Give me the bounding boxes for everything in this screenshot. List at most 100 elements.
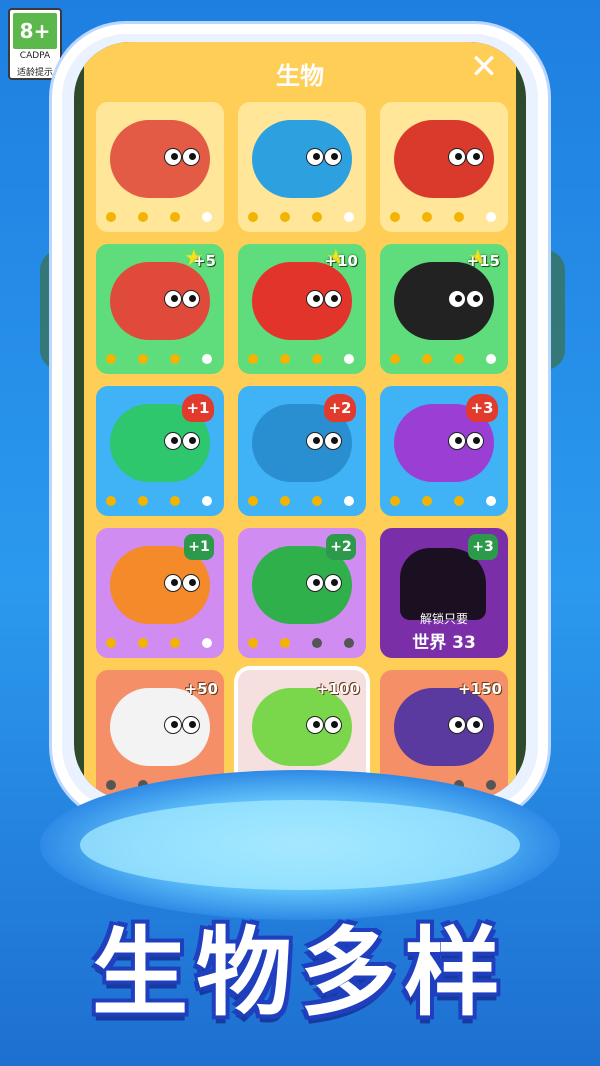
eye-icon (164, 432, 182, 450)
rating-org: CADPA (19, 51, 51, 61)
level-dot (422, 212, 432, 222)
level-dot (106, 780, 116, 790)
level-dot (280, 496, 290, 506)
creature-image (394, 262, 494, 340)
eye-icon (324, 432, 342, 450)
creature-card[interactable]: ★ +5 (96, 244, 224, 374)
paw-bonus-badge: +2 (324, 394, 356, 422)
creature-eyes (448, 432, 484, 450)
star-bonus-badge: +15 (466, 252, 500, 270)
eye-icon (306, 432, 324, 450)
level-dot (454, 496, 464, 506)
creature-image (252, 262, 352, 340)
creature-image (110, 120, 210, 198)
level-dot (170, 212, 180, 222)
level-dots (390, 354, 500, 364)
level-dots (248, 354, 358, 364)
creature-eyes (164, 432, 200, 450)
level-dot (202, 212, 212, 222)
creature-card[interactable]: ★ +10 (238, 244, 366, 374)
rating-note: 适龄提示 (16, 68, 53, 78)
creature-image (252, 120, 352, 198)
eye-icon (448, 716, 466, 734)
creature-card[interactable]: +2 (238, 528, 366, 658)
close-icon[interactable]: ✕ (468, 50, 500, 84)
star-bonus-badge: +5 (192, 252, 216, 270)
level-dot (312, 638, 322, 648)
level-dot (106, 496, 116, 506)
level-dot (280, 354, 290, 364)
creature-card[interactable]: +2 (238, 386, 366, 516)
creature-card[interactable] (380, 102, 508, 232)
hero-title: 生物多样 (92, 917, 508, 1029)
eye-icon (306, 290, 324, 308)
creature-eyes (164, 716, 200, 734)
eye-icon (324, 148, 342, 166)
creature-eyes (306, 716, 342, 734)
creature-eyes (306, 432, 342, 450)
eye-icon (306, 148, 324, 166)
creature-card[interactable]: +3 (380, 386, 508, 516)
level-dot (248, 496, 258, 506)
level-dots (390, 212, 500, 222)
creature-card-locked[interactable]: 解锁只要 世界 33 +3 (380, 528, 508, 658)
level-dot (390, 212, 400, 222)
level-dot (486, 496, 496, 506)
creature-eyes (164, 290, 200, 308)
level-dot (454, 212, 464, 222)
level-dots (248, 212, 358, 222)
level-dots (248, 638, 358, 648)
eye-icon (324, 716, 342, 734)
level-dot (280, 638, 290, 648)
eye-icon (324, 290, 342, 308)
level-dot (170, 638, 180, 648)
score-bonus-badge: +100 (316, 680, 360, 698)
eye-icon (182, 432, 200, 450)
creature-card[interactable]: ★ +15 (380, 244, 508, 374)
level-dot (202, 354, 212, 364)
level-dot (344, 212, 354, 222)
creature-eyes (448, 148, 484, 166)
unlock-hint: 解锁只要 (419, 612, 468, 626)
star-bonus-badge: +10 (324, 252, 358, 270)
level-dot (390, 496, 400, 506)
creature-card[interactable]: +1 (96, 528, 224, 658)
eye-icon (182, 574, 200, 592)
age-rating-badge: 8+ CADPA 适龄提示 (8, 8, 62, 80)
creature-eyes (164, 574, 200, 592)
creature-card[interactable] (96, 102, 224, 232)
eye-icon (466, 290, 484, 308)
level-dot (422, 354, 432, 364)
level-dots (106, 638, 216, 648)
level-dot (486, 780, 496, 790)
eye-icon (182, 290, 200, 308)
eye-icon (448, 432, 466, 450)
age-label: 8+ (13, 13, 57, 49)
level-dot (106, 638, 116, 648)
creature-image (110, 688, 210, 766)
creature-image (110, 262, 210, 340)
score-bonus-badge: +50 (184, 680, 218, 698)
level-dot (248, 212, 258, 222)
eye-icon (164, 290, 182, 308)
eye-icon (448, 148, 466, 166)
level-dot (344, 496, 354, 506)
level-dot (202, 496, 212, 506)
creature-image (394, 688, 494, 766)
score-bonus-badge: +150 (458, 680, 502, 698)
level-dots (106, 496, 216, 506)
level-dot (138, 638, 148, 648)
creature-card[interactable]: +1 (96, 386, 224, 516)
creature-image (252, 688, 352, 766)
eye-icon (448, 290, 466, 308)
level-dot (138, 354, 148, 364)
level-dots (248, 496, 358, 506)
creatures-panel: 生物 ✕ ★ +5 ★ +10 ★ +15 +1 +2 +3 +1 +2 解锁只要 世界 33 +3 +50… (84, 42, 516, 800)
creature-card[interactable] (238, 102, 366, 232)
paw-bonus-badge: +3 (466, 394, 498, 422)
level-dot (312, 496, 322, 506)
eye-icon (182, 148, 200, 166)
eye-icon (306, 574, 324, 592)
unlock-world: 世界 33 (412, 633, 476, 653)
creature-image (394, 120, 494, 198)
